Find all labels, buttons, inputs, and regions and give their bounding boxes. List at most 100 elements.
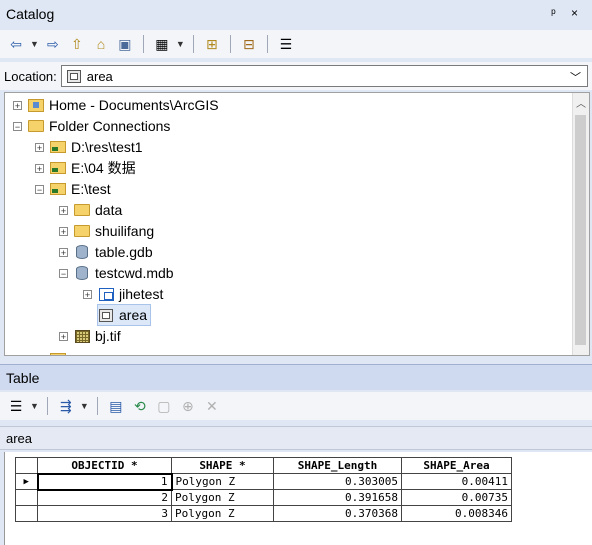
tree-item-label: testcwd.mdb [95,265,174,281]
cell-shape-area[interactable]: 0.00411 [401,473,512,490]
expand-icon[interactable]: + [59,331,68,341]
chevron-down-icon[interactable]: ﹀ [570,69,581,85]
related-tables-dropdown-icon[interactable]: ▼ [80,401,89,411]
options-icon[interactable]: ☰ [276,34,296,54]
folder-icon [74,203,90,217]
expand-icon[interactable]: + [59,205,68,215]
tree-item-table-gdb[interactable]: + table.gdb [59,242,153,262]
views-icon[interactable]: ▦ [152,34,172,54]
collapse-icon[interactable]: − [59,268,68,278]
tree-item-home[interactable]: + Home - Documents\ArcGIS [13,95,219,115]
tree-item-partial[interactable] [35,349,71,355]
cell-shape[interactable]: Polygon Z [171,489,274,506]
cell-objectid[interactable]: 3 [37,505,172,522]
table-toolbar: ☰ ▼ ⇶ ▼ ▤ ⟲ ▢ ⊕ ✕ [0,392,592,420]
connect-to-folder-icon[interactable]: ⊞ [202,34,222,54]
expand-icon[interactable]: + [35,142,44,152]
scroll-thumb[interactable] [575,115,586,345]
table-options-icon[interactable]: ☰ [6,396,26,416]
cell-shape-area[interactable]: 0.008346 [401,505,512,522]
toolbar-separator [96,397,98,415]
folder-icon [74,224,90,238]
attribute-grid-area: OBJECTID * SHAPE * SHAPE_Length SHAPE_Ar… [4,452,592,545]
folder-connection-icon [50,182,66,196]
tree-item-d-res-test1[interactable]: + D:\res\test1 [35,137,143,157]
cell-shape-length[interactable]: 0.303005 [273,473,402,490]
forward-icon[interactable]: ⇨ [43,34,63,54]
column-header-objectid[interactable]: OBJECTID * [37,457,172,474]
cell-shape-area[interactable]: 0.00735 [401,489,512,506]
location-label: Location: [4,68,57,84]
table-options-dropdown-icon[interactable]: ▼ [30,401,39,411]
cell-objectid[interactable]: 2 [37,489,172,506]
toggle-contents-icon[interactable]: ⊟ [239,34,259,54]
tree-item-label: data [95,202,123,218]
expand-icon[interactable]: + [83,289,92,299]
clear-selection-icon: ▢ [157,397,171,414]
cell-objectid[interactable]: 1 [36,472,173,491]
location-input[interactable]: area ﹀ [60,65,588,87]
tree-item-e-test[interactable]: − E:\test [35,179,111,199]
tree-item-label: area [119,307,148,323]
table-row[interactable]: 2 Polygon Z 0.391658 0.00735 [15,489,512,506]
expand-icon[interactable] [35,354,44,355]
table-tab-label: area [6,430,33,446]
collapse-icon[interactable]: − [35,184,44,194]
pin-close-controls[interactable]: ᵖ × [551,6,584,20]
expand-icon[interactable]: + [59,226,68,236]
table-title-bar: Table [0,364,592,390]
row-selector[interactable] [15,505,38,522]
delete-selected-icon: ✕ [205,397,218,414]
tree-item-data[interactable]: + data [59,200,122,220]
table-row[interactable]: 3 Polygon Z 0.370368 0.008346 [15,505,512,522]
home-icon[interactable]: ⌂ [91,34,111,54]
vertical-scrollbar[interactable]: ︿ [572,93,589,355]
toolbar-separator [229,35,231,53]
table-tab[interactable]: area [0,426,592,450]
column-header-shape-length[interactable]: SHAPE_Length [273,457,402,474]
back-icon[interactable]: ⇦ [6,34,26,54]
tree-item-folder-connections[interactable]: − Folder Connections [13,116,170,136]
cell-shape-length[interactable]: 0.391658 [273,489,402,506]
tree-item-label: E:\test [71,181,111,197]
views-dropdown-icon[interactable]: ▼ [176,39,185,49]
cell-shape[interactable]: Polygon Z [171,505,274,522]
cell-shape-length[interactable]: 0.370368 [273,505,402,522]
tree-item-label: Folder Connections [49,118,171,134]
collapse-icon[interactable]: − [13,121,22,131]
row-selector[interactable] [15,489,38,506]
tree-item-e-04[interactable]: + E:\04 数据 [35,158,136,178]
catalog-toolbar: ⇦ ▼ ⇨ ⇧ ⌂ ▣ ▦ ▼ ⊞ ⊟ ☰ [0,30,592,58]
expand-icon[interactable]: + [13,100,22,110]
related-tables-icon[interactable]: ⇶ [56,396,76,416]
table-header-row: OBJECTID * SHAPE * SHAPE_Length SHAPE_Ar… [15,457,512,474]
zoom-to-selected-icon: ⊕ [181,397,194,414]
attribute-table: OBJECTID * SHAPE * SHAPE_Length SHAPE_Ar… [15,457,512,522]
row-selector-header[interactable] [15,457,38,474]
column-header-shape-area[interactable]: SHAPE_Area [401,457,512,474]
current-row-marker[interactable]: ▶ [15,473,38,490]
back-dropdown-icon[interactable]: ▼ [30,39,39,49]
tree-item-testcwd-mdb[interactable]: − testcwd.mdb [59,263,174,283]
feature-class-icon [98,308,114,322]
geodatabase-icon [74,266,90,280]
catalog-tree[interactable]: + Home - Documents\ArcGIS − Folder Conne… [4,92,590,356]
up-level-icon[interactable]: ⇧ [67,34,87,54]
toolbar-separator [192,35,194,53]
scroll-up-icon[interactable]: ︿ [576,95,586,110]
select-by-attributes-icon[interactable]: ▤ [106,396,126,416]
tree-item-shuilifang[interactable]: + shuilifang [59,221,154,241]
column-header-shape[interactable]: SHAPE * [171,457,274,474]
tree-item-jihetest[interactable]: + jihetest [83,284,163,304]
tree-item-bj-tif[interactable]: + bj.tif [59,326,121,346]
folder-connection-icon [50,140,66,154]
cell-shape[interactable]: Polygon Z [171,473,274,490]
table-row[interactable]: ▶ 1 Polygon Z 0.303005 0.00411 [15,472,512,491]
connect-folder-icon[interactable]: ▣ [115,34,135,54]
tree-item-area[interactable]: area [96,304,152,326]
folder-connection-icon [50,161,66,175]
switch-selection-icon[interactable]: ⟲ [130,396,150,416]
expand-icon[interactable]: + [59,247,68,257]
expand-icon[interactable]: + [35,163,44,173]
catalog-title: Catalog [6,6,55,22]
